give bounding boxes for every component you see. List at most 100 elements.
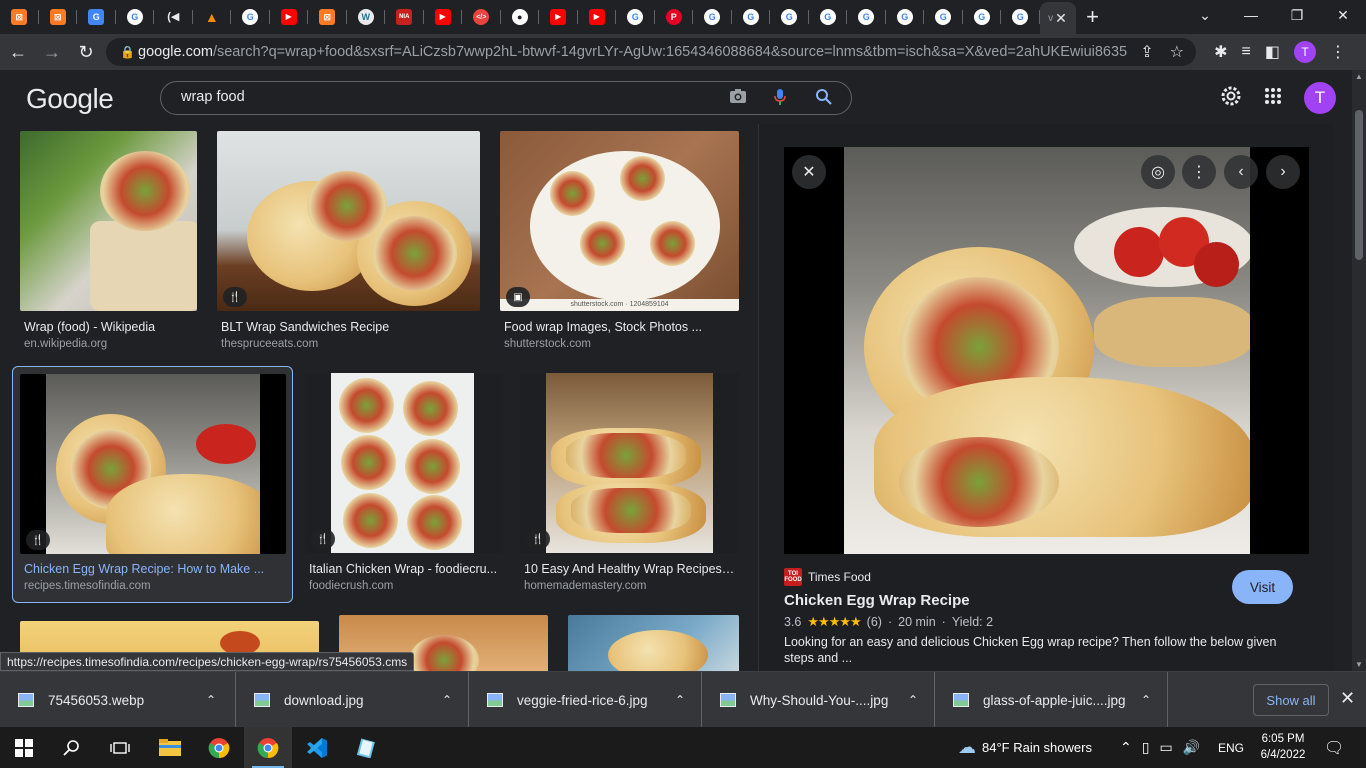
download-item[interactable]: veggie-fried-rice-6.jpg ⌃: [469, 672, 702, 728]
restore-icon[interactable]: ❐: [1274, 0, 1320, 30]
more-options-icon[interactable]: ⋮: [1182, 155, 1216, 189]
result-item[interactable]: 🍴 BLT Wrap Sandwiches Recipe thespruceea…: [217, 131, 480, 356]
tab-audio[interactable]: (◀: [154, 0, 193, 34]
tab-code[interactable]: </>: [462, 0, 501, 34]
network-icon[interactable]: ▭: [1159, 739, 1172, 756]
microphone-icon[interactable]: [773, 88, 787, 111]
result-thumbnail[interactable]: [305, 373, 503, 553]
tab-google-5[interactable]: G: [732, 0, 771, 34]
preview-source-name[interactable]: Times Food: [808, 570, 871, 584]
tab-xampp-3[interactable]: ⊠: [308, 0, 347, 34]
show-all-button[interactable]: Show all: [1253, 684, 1329, 716]
chevron-up-icon[interactable]: ⌃: [206, 693, 216, 707]
account-avatar[interactable]: T: [1304, 82, 1336, 114]
weather-widget[interactable]: ☁ 84°F Rain showers: [958, 727, 1092, 768]
chevron-up-icon[interactable]: ⌃: [442, 693, 452, 707]
tab-search-icon[interactable]: ⌄: [1182, 0, 1228, 30]
lock-icon[interactable]: 🔒: [120, 45, 138, 59]
camera-icon[interactable]: [729, 88, 747, 109]
tab-github[interactable]: ●: [501, 0, 540, 34]
file-explorer-icon[interactable]: [146, 727, 194, 768]
result-site[interactable]: foodiecrush.com: [309, 580, 393, 592]
preview-image-frame[interactable]: ✕ ◎ ⋮ ‹ ›: [784, 147, 1309, 554]
tab-youtube-4[interactable]: ▶: [578, 0, 617, 34]
result-site[interactable]: en.wikipedia.org: [24, 338, 107, 350]
tab-youtube-3[interactable]: ▶: [539, 0, 578, 34]
media-control-icon[interactable]: ≡: [1242, 43, 1251, 61]
close-tab-icon[interactable]: ✕: [1055, 10, 1067, 27]
download-filename[interactable]: Why-Should-You-....jpg: [750, 693, 898, 708]
reload-button[interactable]: ↻: [70, 36, 102, 68]
search-taskbar-icon[interactable]: [48, 727, 96, 768]
result-thumbnail[interactable]: shutterstock.com · 1204859104: [500, 131, 739, 311]
download-filename[interactable]: veggie-fried-rice-6.jpg: [517, 693, 665, 708]
new-tab-button[interactable]: +: [1076, 0, 1110, 34]
result-thumbnail[interactable]: [20, 374, 286, 554]
chrome-icon[interactable]: [195, 727, 243, 768]
result-title[interactable]: 10 Easy And Healthy Wrap Recipes ...: [524, 562, 735, 576]
scroll-up-icon[interactable]: ▲: [1355, 72, 1363, 81]
result-title[interactable]: Italian Chicken Wrap - foodiecru...: [309, 562, 499, 576]
tab-nia[interactable]: NIA: [385, 0, 424, 34]
search-icon[interactable]: [815, 88, 833, 111]
bookmark-star-icon[interactable]: ☆: [1170, 42, 1184, 62]
tab-xampp-1[interactable]: ⊠: [0, 0, 39, 34]
result-title[interactable]: Chicken Egg Wrap Recipe: How to Make ...: [24, 562, 284, 576]
lens-search-icon[interactable]: ◎: [1141, 155, 1175, 189]
battery-icon[interactable]: ▯: [1142, 739, 1150, 756]
start-windows-icon[interactable]: [0, 727, 48, 768]
notepad-icon[interactable]: [342, 727, 390, 768]
result-title[interactable]: Food wrap Images, Stock Photos ...: [504, 320, 735, 334]
tab-xampp-2[interactable]: ⊠: [39, 0, 78, 34]
address-bar[interactable]: 🔒 google.com/search?q=wrap+food&sxsrf=AL…: [106, 38, 1196, 66]
close-preview-icon[interactable]: ✕: [792, 155, 826, 189]
page-scrollbar[interactable]: ▲ ▼: [1352, 70, 1366, 671]
preview-source[interactable]: TOI FOOD Times Food: [784, 568, 871, 586]
result-title[interactable]: BLT Wrap Sandwiches Recipe: [221, 320, 476, 334]
scroll-down-icon[interactable]: ▼: [1355, 660, 1363, 669]
tab-google-10[interactable]: G: [924, 0, 963, 34]
chevron-up-icon[interactable]: ⌃: [675, 693, 685, 707]
result-title[interactable]: Wrap (food) - Wikipedia: [24, 320, 198, 334]
result-item[interactable]: shutterstock.com · 1204859104 ▣ Food wra…: [500, 131, 739, 356]
close-shelf-icon[interactable]: ✕: [1340, 688, 1355, 709]
share-icon[interactable]: ⇪: [1140, 42, 1153, 62]
tab-wordpress[interactable]: W: [347, 0, 386, 34]
tab-vlc[interactable]: ▲: [193, 0, 232, 34]
tab-youtube-2[interactable]: ▶: [424, 0, 463, 34]
tab-translate[interactable]: G: [77, 0, 116, 34]
result-thumbnail[interactable]: [217, 131, 480, 311]
download-item[interactable]: 75456053.webp ⌃: [0, 672, 236, 728]
chrome-active-icon[interactable]: [244, 727, 292, 768]
minimize-icon[interactable]: —: [1228, 0, 1274, 30]
result-site[interactable]: thespruceeats.com: [221, 338, 318, 350]
tab-google-9[interactable]: G: [886, 0, 925, 34]
tab-google-6[interactable]: G: [770, 0, 809, 34]
tab-pinterest[interactable]: P: [655, 0, 694, 34]
search-box[interactable]: [160, 81, 852, 115]
download-filename[interactable]: 75456053.webp: [48, 693, 196, 708]
tray-chevron-up-icon[interactable]: ⌃: [1120, 739, 1132, 756]
preview-title[interactable]: Chicken Egg Wrap Recipe: [784, 592, 970, 609]
profile-button[interactable]: T: [1294, 41, 1316, 63]
chevron-up-icon[interactable]: ⌃: [1141, 693, 1151, 707]
result-thumbnail[interactable]: [20, 131, 197, 311]
url-text[interactable]: google.com/search?q=wrap+food&sxsrf=ALiC…: [138, 44, 1128, 60]
result-item[interactable]: 🍴 Italian Chicken Wrap - foodiecru... fo…: [305, 373, 503, 598]
preview-image[interactable]: [844, 147, 1250, 554]
result-item-selected[interactable]: 🍴 Chicken Egg Wrap Recipe: How to Make .…: [12, 366, 293, 603]
tab-youtube-1[interactable]: ▶: [270, 0, 309, 34]
settings-gear-icon[interactable]: [1220, 85, 1242, 112]
download-item[interactable]: download.jpg ⌃: [236, 672, 469, 728]
tab-google-7[interactable]: G: [809, 0, 848, 34]
result-item[interactable]: Wrap (food) - Wikipedia en.wikipedia.org: [20, 131, 198, 356]
tab-google-11[interactable]: G: [963, 0, 1002, 34]
previous-image-icon[interactable]: ‹: [1224, 155, 1258, 189]
scroll-thumb[interactable]: [1355, 110, 1363, 260]
result-item[interactable]: 🍴 10 Easy And Healthy Wrap Recipes ... h…: [520, 373, 739, 598]
side-panel-icon[interactable]: ◧: [1265, 42, 1280, 62]
back-button[interactable]: ←: [2, 36, 34, 68]
result-item[interactable]: [568, 615, 739, 671]
result-thumbnail[interactable]: [568, 615, 739, 671]
menu-icon[interactable]: ⋮: [1330, 42, 1346, 62]
